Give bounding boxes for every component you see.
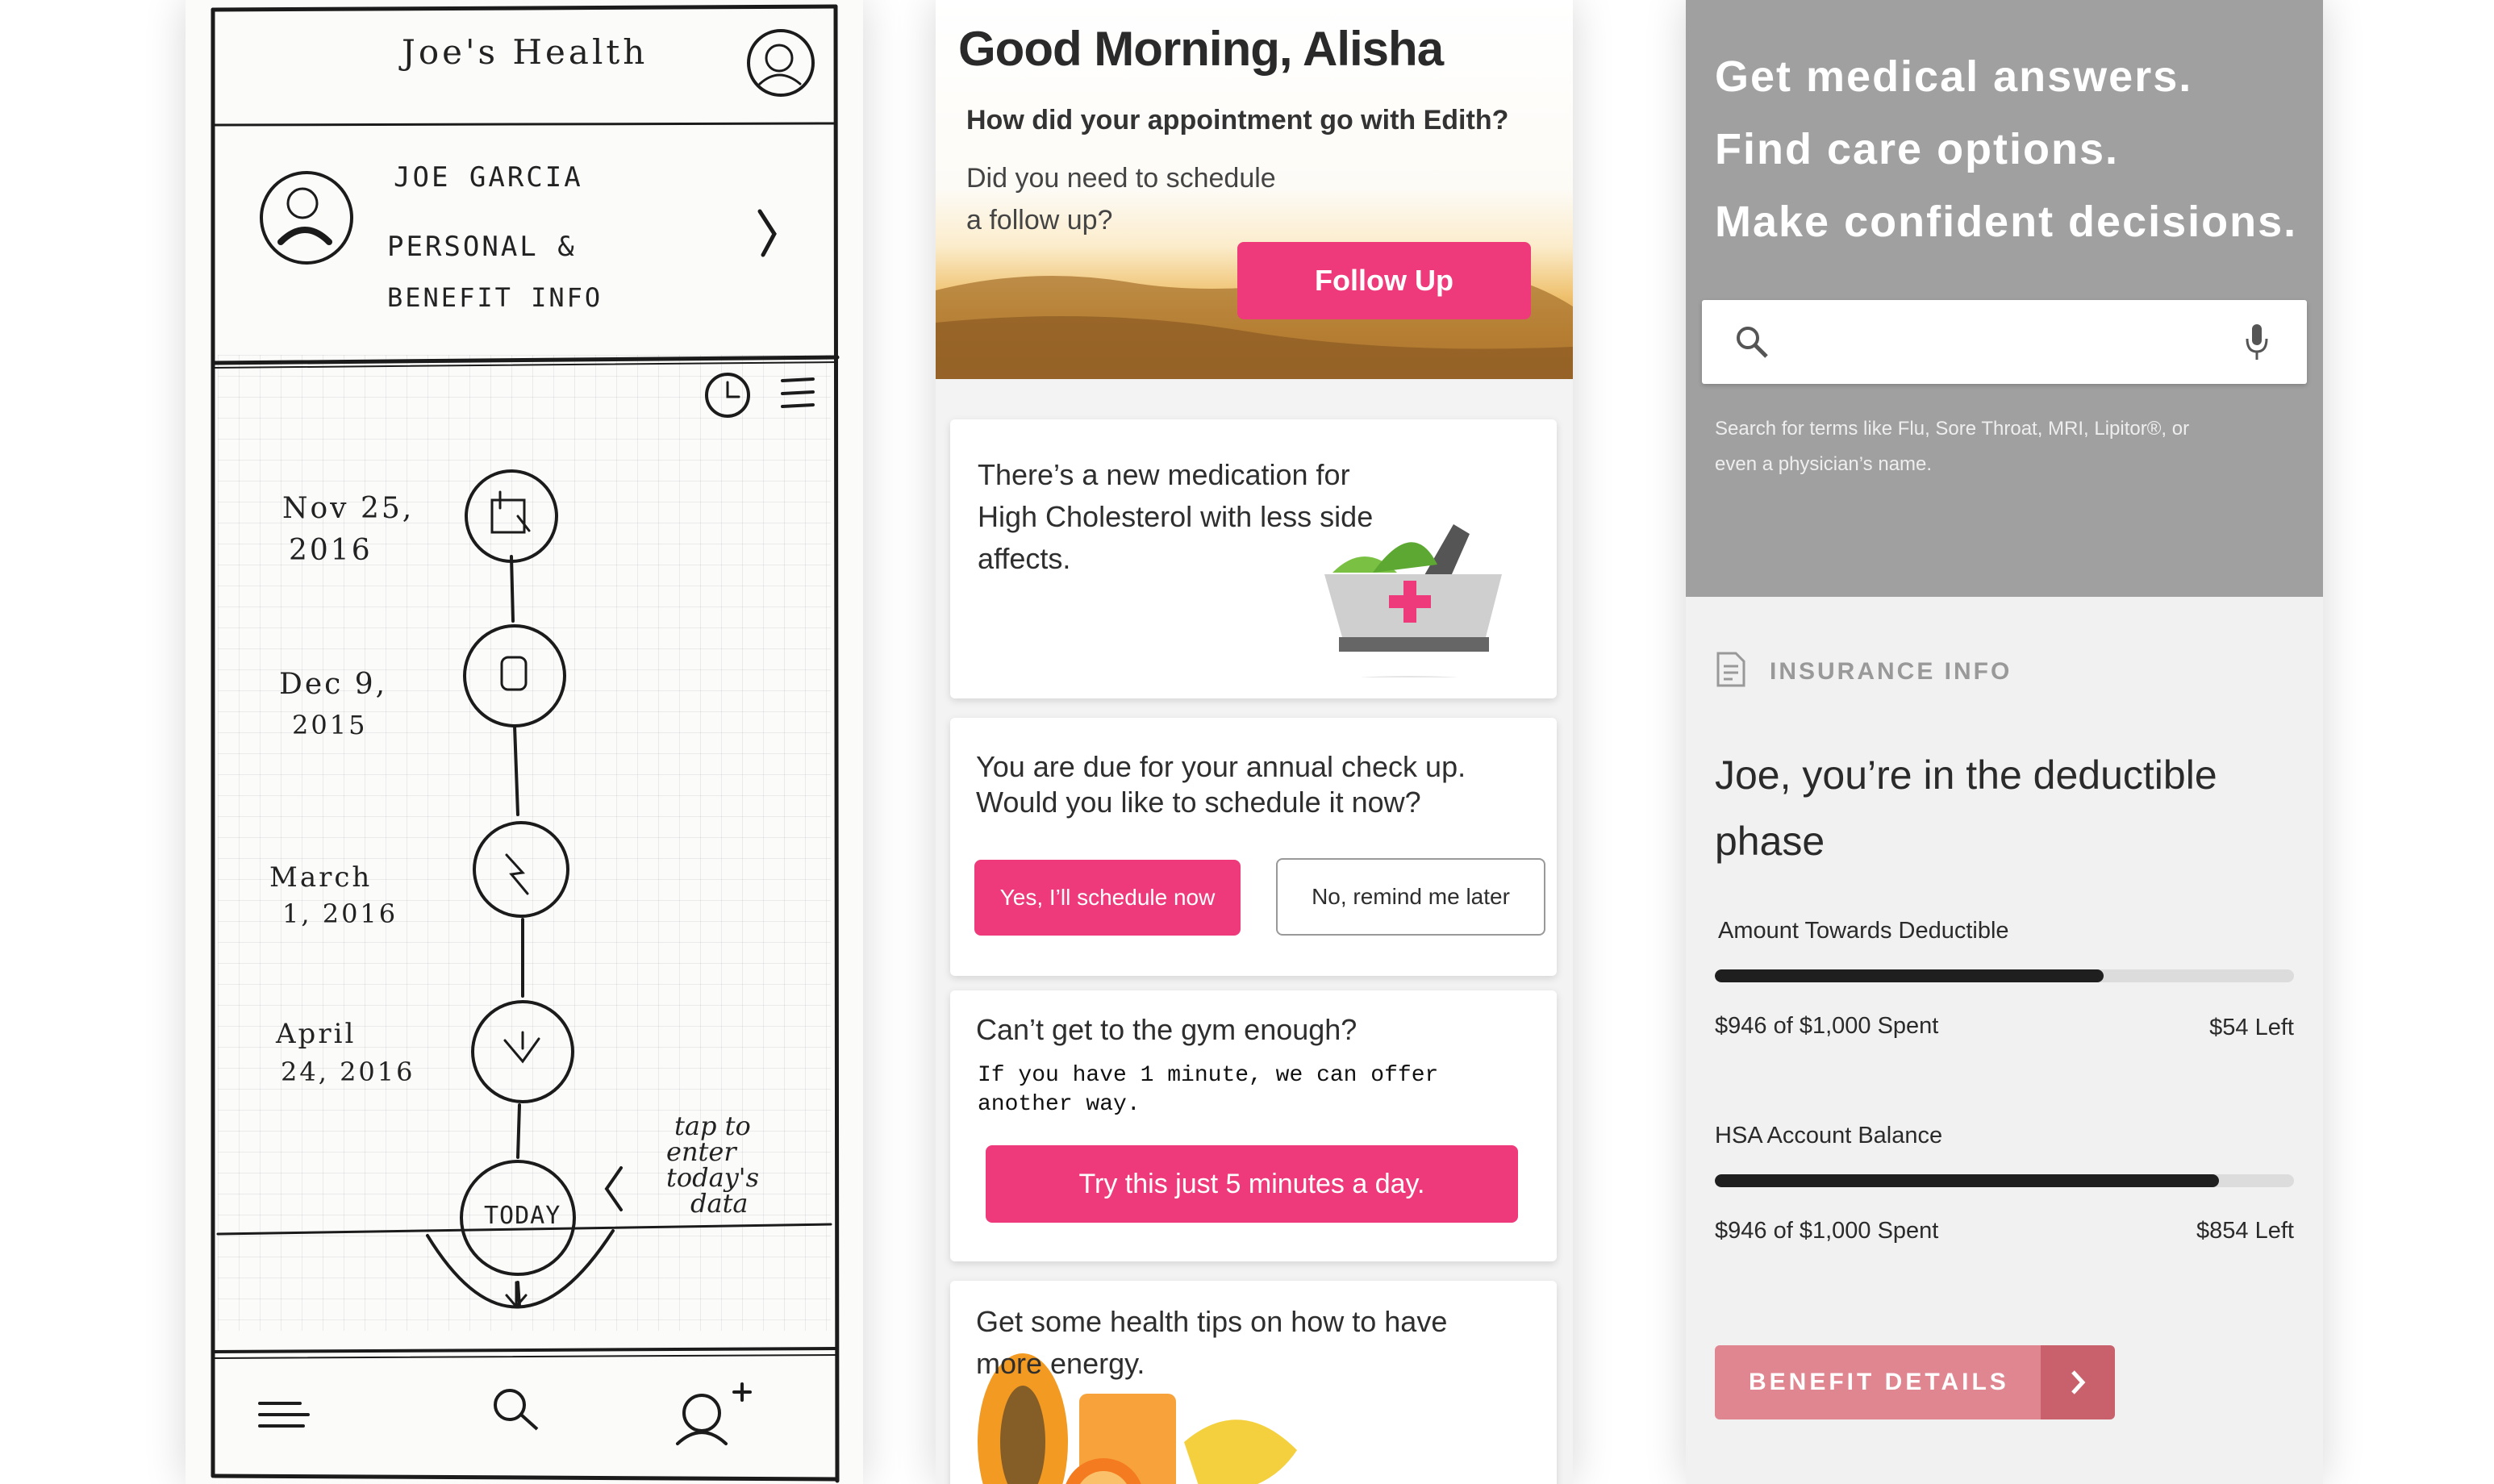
sketch-lines	[211, 4, 840, 1483]
timeline-date: March	[269, 861, 373, 894]
try-five-minutes-button[interactable]: Try this just 5 minutes a day.	[986, 1145, 1518, 1223]
timeline-date: Dec 9,	[279, 668, 388, 701]
remind-later-button[interactable]: No, remind me later	[1276, 858, 1545, 936]
timeline-year: 2016	[289, 534, 373, 567]
sketch-profile-line1: Personal &	[387, 231, 577, 263]
benefit-details-button[interactable]: BENEFIT DETAILS	[1715, 1345, 2115, 1419]
medication-text-line1: There’s a new medication for	[978, 458, 1350, 491]
timeline-year: 2015	[292, 710, 368, 740]
hsa-progress-fill	[1715, 1174, 2219, 1187]
headline-line3: Make confident decisions.	[1715, 198, 2298, 246]
hsa-left: $854 Left	[2196, 1218, 2294, 1244]
phase-line1: Joe, you’re in the deductible	[1715, 752, 2217, 798]
appointment-question: How did your appointment go with Edith?	[966, 105, 1509, 135]
chevron-right-icon	[2041, 1345, 2115, 1419]
followup-prompt-line2: a follow up?	[966, 205, 1113, 236]
greeting-title: Good Morning, Alisha	[958, 22, 1444, 76]
deductible-label: Amount Towards Deductible	[1718, 918, 2009, 944]
sketch-hint: tap to enter today's data	[650, 1113, 759, 1216]
medication-card[interactable]: There’s a new medication for High Choles…	[950, 419, 1557, 698]
search-hint-line1: Search for terms like Flu, Sore Throat, …	[1715, 418, 2190, 440]
mortar-pestle-icon	[1324, 524, 1502, 677]
timeline-date: April	[276, 1018, 357, 1050]
today-button[interactable]: Today	[484, 1202, 561, 1230]
timeline-year: 1, 2016	[282, 898, 398, 929]
followup-prompt-line1: Did you need to schedule	[966, 163, 1276, 194]
benefit-details-label: BENEFIT DETAILS	[1715, 1345, 2041, 1419]
checkup-text-line2: Would you like to schedule it now?	[976, 786, 1421, 819]
search-hint: Search for terms like Flu, Sore Throat, …	[1715, 411, 2189, 482]
checkup-card: You are due for your annual check up. Wo…	[950, 718, 1557, 976]
sketch-profile-line2: Benefit Info	[387, 282, 603, 313]
feed-screen: Good Morning, Alisha How did your appoin…	[936, 0, 1573, 1484]
headline-line2: Find care options.	[1715, 125, 2120, 173]
follow-up-button[interactable]: Follow Up	[1237, 242, 1531, 319]
stage: Joe's Health Joe Garcia Personal & Benef…	[0, 0, 2494, 1484]
medication-text-line3: affects.	[978, 542, 1071, 575]
gym-text-line2: another way.	[978, 1092, 1141, 1117]
hint-line: enter	[666, 1136, 736, 1167]
deductible-left: $54 Left	[2209, 1015, 2294, 1040]
search-input[interactable]	[1702, 300, 2307, 384]
timeline-date: Nov 25,	[282, 492, 415, 525]
insurance-screen: Get medical answers. Find care options. …	[1686, 0, 2323, 1484]
search-icon	[1737, 327, 1768, 358]
microphone-icon[interactable]	[2242, 323, 2271, 363]
gym-card: Can’t get to the gym enough? If you have…	[950, 990, 1557, 1261]
search-hint-line2: even a physician’s name.	[1715, 453, 1933, 475]
sketch-app-title: Joe's Health	[402, 32, 649, 72]
deductible-phase-title: Joe, you’re in the deductible phase	[1715, 742, 2217, 874]
deductible-progress-bar	[1715, 969, 2294, 982]
insurance-info-label: INSURANCE INFO	[1770, 658, 2012, 685]
hsa-label: HSA Account Balance	[1715, 1123, 1943, 1148]
health-tips-card[interactable]: Get some health tips on how to have more…	[950, 1281, 1557, 1484]
hsa-progress-bar	[1715, 1174, 2294, 1187]
hsa-spent: $946 of $1,000 Spent	[1715, 1218, 1939, 1244]
hint-line: tap to	[674, 1111, 751, 1141]
sketch-wireframe: Joe's Health Joe Garcia Personal & Benef…	[186, 0, 863, 1484]
gym-text-line1: If you have 1 minute, we can offer	[978, 1063, 1439, 1088]
timeline-year: 24, 2016	[281, 1057, 415, 1087]
checkup-text-line1: You are due for your annual check up.	[976, 750, 1466, 783]
headline-line1: Get medical answers.	[1715, 52, 2193, 101]
hint-line: today's	[666, 1162, 759, 1193]
headline: Get medical answers. Find care options. …	[1715, 40, 2297, 258]
document-icon	[1716, 652, 1745, 687]
deductible-progress-fill	[1715, 969, 2104, 982]
search-icon[interactable]	[494, 1389, 539, 1431]
hint-line: data	[690, 1188, 749, 1219]
tips-text-line2: more energy.	[976, 1347, 1145, 1380]
schedule-now-button[interactable]: Yes, I’ll schedule now	[974, 860, 1241, 936]
deductible-spent: $946 of $1,000 Spent	[1715, 1013, 1939, 1039]
gym-title: Can’t get to the gym enough?	[976, 1013, 1358, 1046]
phase-line2: phase	[1715, 819, 1825, 864]
sketch-profile-name: Joe Garcia	[394, 161, 583, 194]
tips-text-line1: Get some health tips on how to have	[976, 1305, 1448, 1338]
